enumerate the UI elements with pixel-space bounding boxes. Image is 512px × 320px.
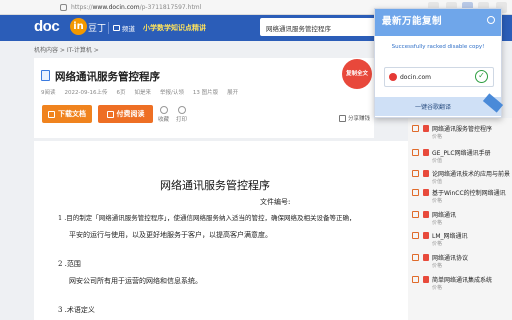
meta-reads: 9阅读 [41,90,56,96]
promo-link[interactable]: 小学数学知识点精讲 [143,23,206,33]
related-doc-icon [412,189,419,196]
share-icon [339,114,346,122]
meta-report[interactable]: 举报/认领 [160,88,184,96]
share-button[interactable]: 分享赚钱 [339,114,370,122]
site-favicon-icon [389,73,397,81]
related-doc-price: 价格 [432,263,443,269]
related-doc[interactable]: 网络通讯 [423,210,456,219]
nav-channel[interactable]: 频道 [113,23,135,33]
search-input[interactable]: 网络通讯服务管控程序 [260,18,376,36]
related-doc-icon [412,254,419,261]
related-doc-label: 基于WinCC的控制网络通讯 [432,190,506,197]
pdf-icon [423,125,429,132]
site-name: docin.com [400,74,431,81]
lock-icon [60,3,67,11]
related-doc-icon [412,125,419,132]
related-doc-label: 网络通讯协议 [432,255,469,262]
favorite-label: 收藏 [158,117,170,123]
translate-label: 一键谷歌翻译 [415,104,452,111]
pdf-icon [423,254,429,261]
paper-line-5: 3 .术语定义 [58,306,95,314]
logo-tail: 豆丁 [88,24,107,34]
related-doc-label: 网络通讯 [432,212,457,219]
related-doc-label: GE_PLC网络通讯手册 [432,150,491,157]
pdf-icon [423,170,429,177]
meta-expand[interactable]: 展开 [227,88,238,96]
related-doc-label: 论网络通讯技术的应用与前景 [432,171,511,178]
related-doc[interactable]: 简单网络通讯集成系统 [423,275,492,284]
related-doc[interactable]: 基于WinCC的控制网络通讯 [423,188,506,197]
paper-line-3: 2 .范围 [58,260,81,268]
related-doc-label: 简单网络通讯集成系统 [432,277,493,284]
related-doc-price: 价值 [432,158,443,164]
related-doc-icon [412,211,419,218]
paper-file-no: 文件编号: [260,198,291,206]
print-label: 打印 [176,117,188,123]
related-doc-icon [412,276,419,283]
related-doc-price: 价格 [432,134,443,140]
share-label: 分享赚钱 [348,116,371,122]
copy-all-badge[interactable]: 复制全文 [342,59,372,89]
document-title: 网络通讯服务管控程序 [55,71,160,83]
related-doc-icon [412,170,419,177]
related-doc[interactable]: GE_PLC网络通讯手册 [423,148,491,157]
related-doc-icon [412,232,419,239]
document-meta: 9阅读 2022-09-16上传 6页 如是来 举报/认领 13 图片版 展开 [41,88,238,96]
divider [108,22,109,34]
popup-status-message: Successfully racked disable copy! [391,44,485,50]
meta-pages: 6页 [116,90,126,96]
related-doc[interactable]: 网络通讯服务管控程序 [423,124,492,133]
related-doc-price: 价格 [432,285,443,291]
paper-line-4: 网安公司所有用于运营的网络和信息系统。 [69,277,202,285]
related-doc-label: LM_网络通讯 [432,233,468,240]
meta-date: 2022-09-16上传 [64,90,108,96]
popup-title: 最新万能复制 [382,16,443,27]
related-doc-price: 价格 [432,241,443,247]
pdf-icon [423,189,429,196]
download-button[interactable]: 下载文档 [42,105,92,123]
channel-icon [113,25,120,31]
url-text[interactable]: https://www.docin.com/p-3711817597.html [71,4,201,11]
download-label: 下载文档 [58,110,86,118]
meta-images: 13 图片版 [192,90,219,96]
paper-line-2: 平安的运行与使用，以及更好地服务于客户，以提高客户满意度。 [69,231,272,239]
logo-text: doc [34,18,60,35]
pdf-icon [423,149,429,156]
gear-icon[interactable] [487,16,495,24]
pdf-icon [423,211,429,218]
related-doc[interactable]: LM_网络通讯 [423,231,468,240]
print-button[interactable]: 打印 [176,106,187,123]
related-doc-price: 价值 [432,179,443,185]
download-icon [48,110,55,118]
paid-read-label: 付费阅读 [116,110,145,118]
check-icon[interactable]: ✓ [475,70,488,83]
breadcrumb[interactable]: 机构内容 > IT-计算机 > [34,45,99,54]
related-doc-price: 价格 [432,198,443,204]
related-doc[interactable]: 论网络通讯技术的应用与前景 [423,169,510,178]
doc-file-icon [41,70,50,81]
favorite-button[interactable]: 收藏 [158,106,169,123]
pdf-icon [423,232,429,239]
book-icon [106,110,114,118]
related-doc[interactable]: 网络通讯协议 [423,253,468,262]
pdf-icon [423,276,429,283]
docin-logo[interactable]: doc in 豆丁 [34,18,106,37]
logo-in: in [70,18,87,35]
meta-author[interactable]: 如是来 [134,88,151,96]
paid-read-button[interactable]: 付费阅读 [98,105,153,123]
related-doc-icon [412,149,419,156]
paper-line-1: 1 .目的制定「网络通讯服务管控程序」，使通信网络服务纳入适当的管控，确保网络及… [58,214,356,222]
heart-icon [159,106,168,114]
print-icon [177,106,186,114]
related-doc-label: 网络通讯服务管控程序 [432,126,493,133]
related-doc-price: 价格 [432,220,443,226]
paper-title: 网络通讯服务管控程序 [160,179,270,192]
nav-channel-label: 频道 [122,25,135,33]
